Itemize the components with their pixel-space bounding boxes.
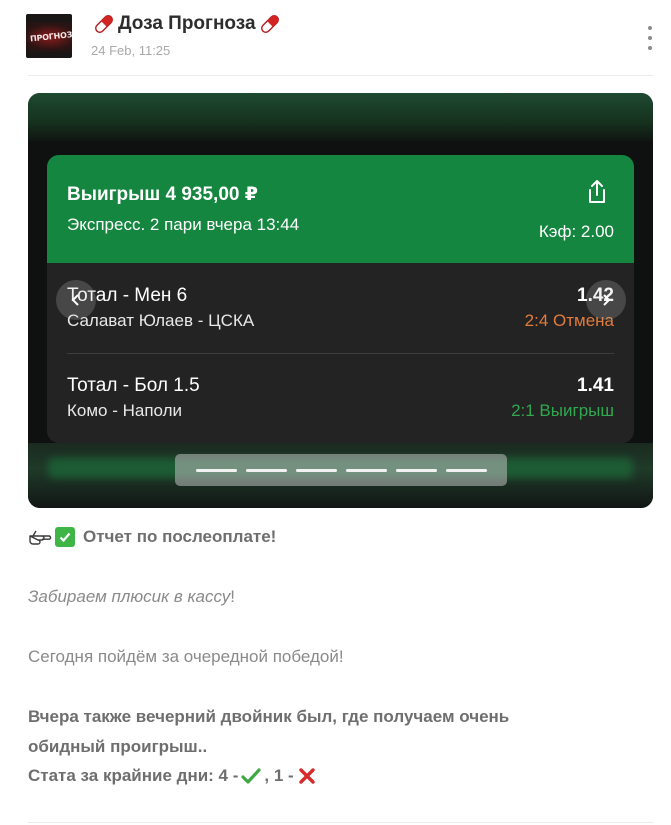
gallery-prev-button[interactable] xyxy=(56,280,96,320)
cross-mark-icon xyxy=(299,768,315,784)
check-mark-icon xyxy=(241,768,262,784)
yesterday-line-1: Вчера также вечерний двойник был, где по… xyxy=(28,707,510,726)
more-vertical-icon[interactable] xyxy=(645,26,655,50)
yesterday-line-2: обидный проигрыш.. xyxy=(28,737,208,756)
italic-exclamation: ! xyxy=(230,587,236,606)
channel-avatar[interactable]: ПРОГНОЗА xyxy=(26,14,72,58)
italic-line: Забираем плюсик в кассу! xyxy=(28,587,235,607)
row-divider xyxy=(67,353,614,354)
header-divider xyxy=(28,75,654,76)
pointing-hand-icon xyxy=(29,530,52,545)
today-line: Сегодня пойдём за очередной победой! xyxy=(28,647,344,666)
italic-text: Забираем плюсик в кассу xyxy=(28,587,231,606)
pager-dot[interactable] xyxy=(295,468,337,472)
bet-slip-card: Выигрыш 4 935,00 ₽ Экспресс. 2 пари вчер… xyxy=(47,155,634,443)
chevron-left-icon xyxy=(71,294,79,306)
total-coefficient: Кэф: 2.00 xyxy=(538,222,614,241)
stats-line: Стата за крайние дни: 4 - , 1 - xyxy=(28,766,320,786)
stats-prefix: Стата за крайние дни: 4 - xyxy=(28,766,239,785)
post-bottom-divider xyxy=(28,822,654,823)
check-mark-button-icon xyxy=(55,527,75,547)
pager-dot[interactable] xyxy=(245,468,287,472)
chevron-right-icon xyxy=(603,294,611,306)
channel-name[interactable]: Доза Прогноза xyxy=(92,12,282,36)
gallery-pager xyxy=(175,454,507,486)
pill-icon xyxy=(95,15,113,33)
bet-result: 2:1 Выигрыш xyxy=(511,401,614,420)
post-time[interactable]: 24 Feb, 11:25 xyxy=(91,43,170,58)
bet-match: Салават Юлаев - ЦСКА xyxy=(67,311,255,330)
gallery-next-button[interactable] xyxy=(586,280,626,320)
pager-dot[interactable] xyxy=(395,468,437,472)
bet-match: Комо - Наполи xyxy=(67,401,183,420)
bet-odd: 1.41 xyxy=(577,375,614,396)
channel-title: Доза Прогноза xyxy=(118,13,256,34)
post-image[interactable]: Выигрыш 4 935,00 ₽ Экспресс. 2 пари вчер… xyxy=(28,93,653,508)
express-info: Экспресс. 2 пари вчера 13:44 xyxy=(67,215,300,234)
post-header: ПРОГНОЗА Доза Прогноза 24 Feb, 11:25 xyxy=(0,0,671,76)
stats-mid: , 1 - xyxy=(264,766,294,785)
bet-market: Тотал - Бол 1.5 xyxy=(67,375,200,396)
pill-icon xyxy=(260,15,279,33)
pager-dot[interactable] xyxy=(345,468,387,472)
pager-dot[interactable] xyxy=(445,468,487,472)
win-amount: Выигрыш 4 935,00 ₽ xyxy=(67,184,258,205)
pager-dot[interactable] xyxy=(195,468,237,472)
report-line: Отчет по послеоплате! xyxy=(28,527,276,547)
report-text: Отчет по послеоплате! xyxy=(83,527,277,546)
bet-slip-header: Выигрыш 4 935,00 ₽ Экспресс. 2 пари вчер… xyxy=(47,155,634,263)
share-icon[interactable] xyxy=(585,179,609,205)
image-top-blur xyxy=(28,93,653,141)
